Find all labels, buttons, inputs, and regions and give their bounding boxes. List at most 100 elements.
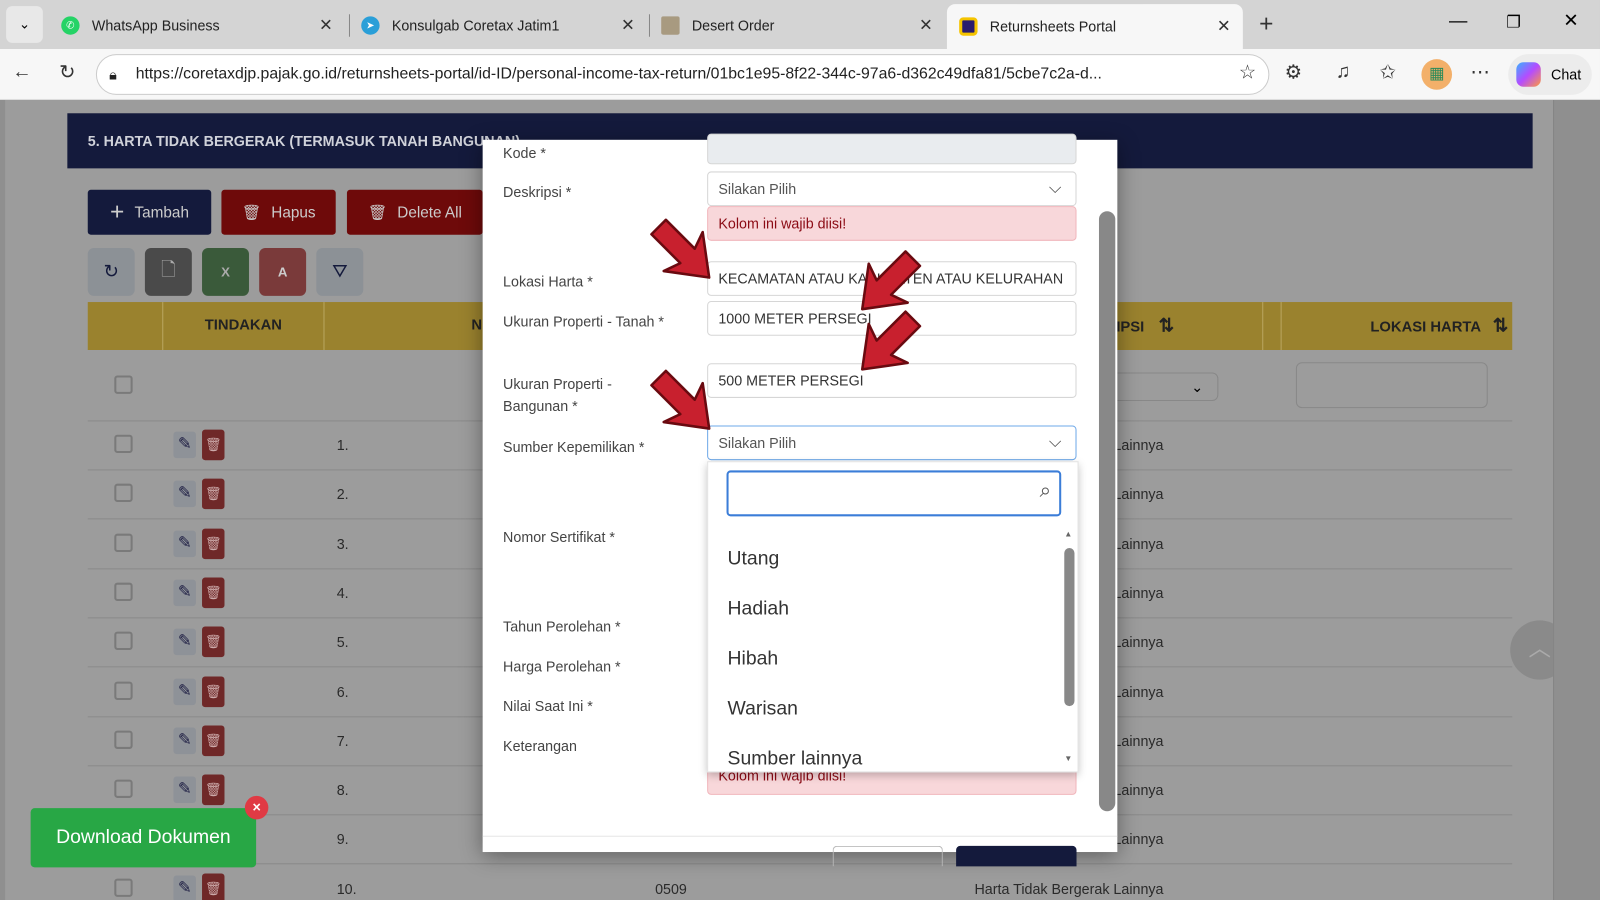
row-checkbox[interactable] (114, 533, 133, 552)
clear-filter-button[interactable]: ⛛ (316, 247, 364, 296)
close-window-button[interactable]: ✕ (1563, 10, 1578, 31)
close-tab-icon[interactable]: ✕ (919, 15, 933, 35)
header-lokasi-harta[interactable]: LOKASI HARTA ⇅ (1282, 302, 1513, 350)
dropdown-option[interactable]: Warisan (728, 698, 798, 720)
delete-row-icon[interactable]: 🗑︎ (202, 873, 225, 900)
dropdown-option[interactable]: Hadiah (728, 598, 789, 620)
export-doc-button[interactable]: 🗋 (144, 247, 192, 296)
copilot-chat-button[interactable]: Chat (1508, 54, 1592, 95)
delete-row-icon[interactable]: 🗑︎ (202, 774, 225, 806)
edit-pencil-icon[interactable]: ✎ (173, 727, 196, 754)
refresh-button[interactable]: ↻ (87, 247, 135, 296)
tab-whatsapp[interactable]: ✆ WhatsApp Business ✕ (49, 6, 345, 45)
sumber-label: Sumber Kepemilikan * (503, 438, 645, 456)
ukuran-tanah-input[interactable]: 1000 METER PERSEGI (707, 301, 1077, 336)
lokasi-harta-input[interactable]: KECAMATAN ATAU KABUPATEN ATAU KELURAHAN (707, 261, 1077, 296)
dropdown-search-input[interactable]: ⌕ (726, 470, 1062, 517)
kode-input (707, 133, 1077, 165)
row-number: 3. (336, 535, 349, 552)
add-button[interactable]: + Tambah (87, 189, 212, 235)
sumber-kepemilikan-select[interactable]: Silakan Pilih ⌵ (707, 425, 1077, 461)
row-checkbox[interactable] (114, 878, 133, 897)
url-input[interactable]: 🔒︎ https://coretaxdjp.pajak.go.id/returns… (95, 54, 1270, 95)
delete-row-icon[interactable]: 🗑︎ (202, 528, 225, 559)
bangunan-label: Ukuran Properti - Bangunan * (503, 375, 612, 415)
tab-returnsheets[interactable]: Returnsheets Portal ✕ (946, 4, 1243, 49)
close-tab-icon[interactable]: ✕ (621, 15, 635, 35)
delete-button[interactable]: 🗑︎ Hapus (221, 189, 336, 235)
scroll-up-icon[interactable]: ▲ (1064, 530, 1072, 539)
edit-pencil-icon[interactable]: ✎ (173, 875, 196, 900)
add-label: Tambah (134, 203, 189, 221)
delete-all-button[interactable]: 🗑︎ Delete All (346, 189, 483, 235)
tanah-label: Ukuran Properti - Tanah * (503, 313, 664, 330)
edit-pencil-icon[interactable]: ✎ (173, 530, 196, 557)
download-label: Download Dokumen (56, 826, 231, 848)
row-checkbox[interactable] (114, 730, 133, 749)
lokasi-filter-input[interactable] (1295, 362, 1488, 409)
row-checkbox[interactable] (114, 582, 133, 601)
header-deskripsi[interactable]: IPSI ⇅ (1116, 302, 1282, 350)
table-row: ✎ 🗑︎ 10. 0509 Harta Tidak Bergerak Lainn… (88, 865, 1512, 900)
reload-icon[interactable]: ↻ (59, 61, 75, 84)
new-tab-button[interactable]: + (1259, 10, 1273, 39)
sort-icon[interactable]: ⇅ (1159, 315, 1174, 335)
save-button[interactable] (956, 845, 1077, 867)
back-icon[interactable]: ← (12, 61, 31, 83)
dropdown-scrollbar-thumb[interactable] (1064, 547, 1075, 707)
close-tab-icon[interactable]: ✕ (1217, 16, 1231, 36)
dropdown-option[interactable]: Hibah (728, 648, 779, 670)
delete-row-icon[interactable]: 🗑︎ (202, 478, 225, 510)
ukuran-bangunan-input[interactable]: 500 METER PERSEGI (707, 363, 1077, 398)
minimize-button[interactable]: — (1449, 10, 1467, 31)
row-number: 1. (336, 436, 349, 454)
more-icon[interactable]: ⋯ (1470, 61, 1489, 84)
calculator-extension-icon[interactable]: ▦ (1421, 59, 1453, 90)
delete-row-icon[interactable]: 🗑︎ (202, 626, 225, 658)
telegram-icon: ➤ (361, 16, 380, 35)
row-checkbox[interactable] (114, 681, 133, 700)
favorites-icon[interactable]: ✩ (1380, 61, 1396, 84)
scroll-down-icon[interactable]: ▼ (1064, 754, 1072, 763)
delete-row-icon[interactable]: 🗑︎ (202, 676, 225, 707)
delete-row-icon[interactable]: 🗑︎ (202, 429, 225, 461)
restore-button[interactable]: ❐ (1506, 12, 1521, 32)
row-checkbox[interactable] (114, 483, 133, 503)
dropdown-option[interactable]: Utang (728, 548, 780, 570)
media-icon[interactable]: ♫ (1336, 61, 1351, 83)
delete-row-icon[interactable]: 🗑︎ (202, 725, 225, 756)
close-tab-icon[interactable]: ✕ (319, 15, 333, 35)
sort-icon[interactable]: ⇅ (1493, 315, 1508, 335)
deskripsi-select[interactable]: Silakan Pilih ⌵ (707, 171, 1077, 207)
page-scrollbar[interactable] (1553, 99, 1600, 900)
copilot-icon (1516, 62, 1541, 87)
row-checkbox[interactable] (114, 434, 133, 454)
close-download-button[interactable]: × (244, 795, 269, 820)
edit-pencil-icon[interactable]: ✎ (173, 628, 196, 656)
delete-row-icon[interactable]: 🗑︎ (202, 577, 225, 609)
row-number: 8. (336, 781, 349, 799)
row-number: 9. (336, 831, 349, 848)
edit-pencil-icon[interactable]: ✎ (173, 579, 196, 607)
cancel-button[interactable] (832, 845, 943, 867)
tab-desert-order[interactable]: Desert Order ✕ (649, 6, 945, 45)
edit-pencil-icon[interactable]: ✎ (173, 480, 196, 508)
row-checkbox[interactable] (114, 631, 133, 651)
export-excel-button[interactable]: X (202, 247, 249, 296)
export-pdf-button[interactable]: A (259, 247, 307, 296)
deskripsi-value: Silakan Pilih (718, 180, 797, 197)
edit-pencil-icon[interactable]: ✎ (173, 431, 196, 459)
tab-list-button[interactable]: ⌄ (6, 6, 43, 43)
modal-scrollbar-thumb[interactable] (1098, 211, 1116, 812)
edit-pencil-icon[interactable]: ✎ (173, 776, 196, 804)
dropdown-option[interactable]: Sumber lainnya (728, 748, 863, 770)
select-all-checkbox[interactable] (114, 375, 133, 394)
favorite-star-icon[interactable]: ☆ (1239, 61, 1256, 84)
row-number: 2. (336, 486, 349, 503)
row-checkbox[interactable] (114, 779, 133, 799)
tab-telegram[interactable]: ➤ Konsulgab Coretax Jatim1 ✕ (349, 6, 647, 45)
extensions-icon[interactable]: ⚙︎ (1285, 61, 1302, 84)
close-icon: × (252, 798, 261, 816)
download-document-button[interactable]: Download Dokumen (30, 808, 257, 868)
edit-pencil-icon[interactable]: ✎ (173, 678, 196, 705)
